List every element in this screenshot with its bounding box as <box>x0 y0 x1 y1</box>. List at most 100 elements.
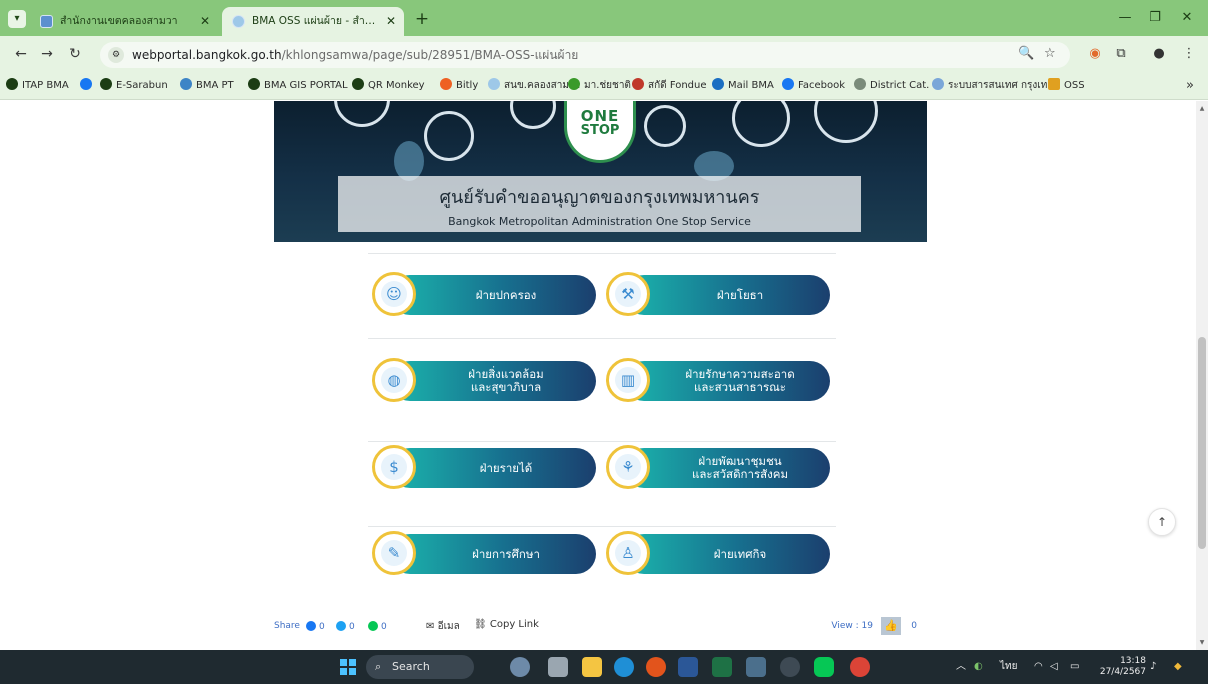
dept-button-city-law[interactable]: ♙ ฝ่ายเทศกิจ <box>606 531 830 581</box>
tab-title: สำนักงานเขตคลองสามวา <box>60 15 178 27</box>
dept-label: ฝ่ายพัฒนาชุมชน และสวัสดิการสังคม <box>691 454 789 481</box>
page-scrollbar[interactable]: ▲ ▼ <box>1196 101 1208 650</box>
copy-link-button[interactable]: ⛓ Copy Link <box>474 619 539 630</box>
taskbar-clock[interactable]: 13:18 27/4/2567 <box>1098 656 1146 678</box>
media-app-icon[interactable] <box>646 657 666 677</box>
oss-banner: ONE STOP ศูนย์รับคำขออนุญาตของกรุงเทพมหา… <box>274 101 927 242</box>
share-label: Share <box>274 621 300 631</box>
favicon-icon <box>232 15 245 28</box>
favicon-icon <box>40 15 53 28</box>
notification-bell-icon[interactable]: ♪ <box>1150 650 1156 684</box>
new-tab-button[interactable]: + <box>412 9 432 29</box>
bookmarks-bar: ITAP BMA E-Sarabun BMA PT BMA GIS PORTAL… <box>0 72 1208 100</box>
dept-button-public-works[interactable]: ⚒ ฝ่ายโยธา <box>606 272 830 322</box>
more-bookmarks-icon[interactable]: » <box>1186 72 1194 100</box>
bookmark-item[interactable]: Facebook <box>782 72 845 100</box>
scroll-thumb[interactable] <box>1198 337 1206 549</box>
forward-icon[interactable]: → <box>38 45 56 63</box>
taskbar-search[interactable]: ⌕ Search <box>366 655 474 679</box>
extensions-icon[interactable]: ⧉ <box>1112 45 1130 63</box>
language-indicator[interactable]: ไทย <box>1000 650 1017 684</box>
volume-icon[interactable]: ◁ <box>1050 650 1058 684</box>
windows-start-icon[interactable] <box>340 659 356 675</box>
bookmark-star-icon[interactable]: ☆ <box>1044 46 1056 61</box>
bookmark-item[interactable]: Bitly <box>440 72 478 100</box>
bookmark-item[interactable]: สนข.คลองสามวา <box>488 72 580 100</box>
share-line-button[interactable]: 0 <box>368 621 387 632</box>
battery-icon[interactable]: ▭ <box>1070 650 1079 684</box>
bookmark-item[interactable]: QR Monkey <box>352 72 425 100</box>
profile-icon[interactable]: ● <box>1150 45 1168 63</box>
bookmark-item[interactable]: BMA PT <box>180 72 234 100</box>
site-info-icon[interactable]: ⚙ <box>108 47 124 63</box>
address-bar[interactable]: ⚙ webportal.bangkok.go.th/khlongsamwa/pa… <box>100 42 1070 68</box>
excel-icon[interactable] <box>712 657 732 677</box>
dept-icon-badge: $ <box>372 445 416 489</box>
minimize-icon[interactable]: — <box>1114 10 1136 25</box>
dept-button-education[interactable]: ✎ ฝ่ายการศึกษา <box>372 531 596 581</box>
one-stop-logo: ONE STOP <box>564 101 636 163</box>
globe-icon: ◍ <box>381 367 407 393</box>
tab-active[interactable]: BMA OSS แผ่นผ้าย - สำนักงานเข ✕ <box>222 7 404 36</box>
extension-bitly-icon[interactable]: ◉ <box>1086 45 1104 63</box>
copilot-icon[interactable]: ◆ <box>1174 650 1182 684</box>
browser-toolbar: ← → ↻ ⚙ webportal.bangkok.go.th/khlongsa… <box>0 36 1208 72</box>
divider <box>368 338 836 339</box>
tab-search-icon[interactable]: ▾ <box>8 10 26 28</box>
widgets-icon[interactable] <box>510 657 530 677</box>
menu-icon[interactable]: ⋮ <box>1180 45 1198 63</box>
reload-icon[interactable]: ↻ <box>66 45 84 63</box>
dept-button-community[interactable]: ⚘ ฝ่ายพัฒนาชุมชน และสวัสดิการสังคม <box>606 445 830 495</box>
like-button[interactable]: 👍 <box>881 617 901 635</box>
back-to-top-button[interactable]: ↑ <box>1148 508 1176 536</box>
page-viewport: ONE STOP ศูนย์รับคำขออนุญาตของกรุงเทพมหา… <box>0 101 1208 650</box>
zoom-icon[interactable]: 🔍 <box>1018 46 1034 61</box>
back-icon[interactable]: ← <box>12 45 30 63</box>
wifi-icon[interactable]: ◠ <box>1034 650 1043 684</box>
bookmark-item[interactable]: ITAP BMA <box>6 72 69 100</box>
dept-button-environment[interactable]: ◍ ฝ่ายสิ่งแวดล้อม และสุขาภิบาล <box>372 358 596 408</box>
windows-taskbar: ⌕ Search ︿ ◐ ไทย ◠ ◁ ▭ 13:18 27/4/2567 ♪… <box>0 650 1208 684</box>
bookmark-item[interactable]: E-Sarabun <box>100 72 168 100</box>
banner-title-th: ศูนย์รับคำขออนุญาตของกรุงเทพมหานคร <box>439 187 760 208</box>
dept-button-administration[interactable]: ☺ ฝ่ายปกครอง <box>372 272 596 322</box>
word-icon[interactable] <box>678 657 698 677</box>
edge-icon[interactable] <box>614 657 634 677</box>
chrome-icon[interactable] <box>850 657 870 677</box>
tab-close-icon[interactable]: ✕ <box>386 7 396 36</box>
restore-icon[interactable]: ❐ <box>1144 10 1166 25</box>
share-twitter-button[interactable]: 0 <box>336 621 355 632</box>
bookmark-item[interactable]: BMA GIS PORTAL <box>248 72 348 100</box>
scroll-down-icon[interactable]: ▼ <box>1198 639 1206 646</box>
bookmark-item[interactable]: มา.ช่ยชาติ <box>568 72 631 100</box>
search-icon <box>424 111 474 161</box>
dept-button-revenue[interactable]: $ ฝ่ายรายได้ <box>372 445 596 495</box>
share-facebook-button[interactable]: 0 <box>306 621 325 632</box>
bookmark-item[interactable]: Mail BMA <box>712 72 774 100</box>
dept-icon-badge: ◍ <box>372 358 416 402</box>
calculator-icon[interactable] <box>746 657 766 677</box>
bookmark-item[interactable]: สกัดี Fondue <box>632 72 707 100</box>
scroll-up-icon[interactable]: ▲ <box>1198 105 1206 112</box>
bookmark-item[interactable]: OSS <box>1048 72 1085 100</box>
clock-app-icon[interactable] <box>780 657 800 677</box>
document-icon <box>732 101 790 147</box>
task-view-icon[interactable] <box>548 657 568 677</box>
dept-button-cleansing[interactable]: ▥ ฝ่ายรักษาความสะอาด และสวนสาธารณะ <box>606 358 830 408</box>
bookmark-item[interactable]: District Cat. <box>854 72 929 100</box>
line-app-icon[interactable] <box>814 657 834 677</box>
dept-label: ฝ่ายการศึกษา <box>472 546 540 561</box>
tab-inactive[interactable]: สำนักงานเขตคลองสามวา ✕ <box>30 7 218 36</box>
email-icon: ✉ <box>426 621 438 632</box>
tab-close-icon[interactable]: ✕ <box>200 7 210 36</box>
close-window-icon[interactable]: ✕ <box>1176 10 1198 25</box>
money-growth-icon: $ <box>381 454 407 480</box>
tray-expand-icon[interactable]: ︿ <box>956 650 966 684</box>
tray-app-icon[interactable]: ◐ <box>974 650 983 684</box>
bookmark-item[interactable]: ระบบสารสนเทศ กรุงเท... <box>932 72 1057 100</box>
community-icon: ⚘ <box>615 454 641 480</box>
browser-tab-strip: ▾ สำนักงานเขตคลองสามวา ✕ BMA OSS แผ่นผ้า… <box>0 0 1208 36</box>
bookmark-item[interactable] <box>80 72 96 100</box>
email-share-button[interactable]: ✉ อีเมล <box>426 619 460 634</box>
file-explorer-icon[interactable] <box>582 657 602 677</box>
